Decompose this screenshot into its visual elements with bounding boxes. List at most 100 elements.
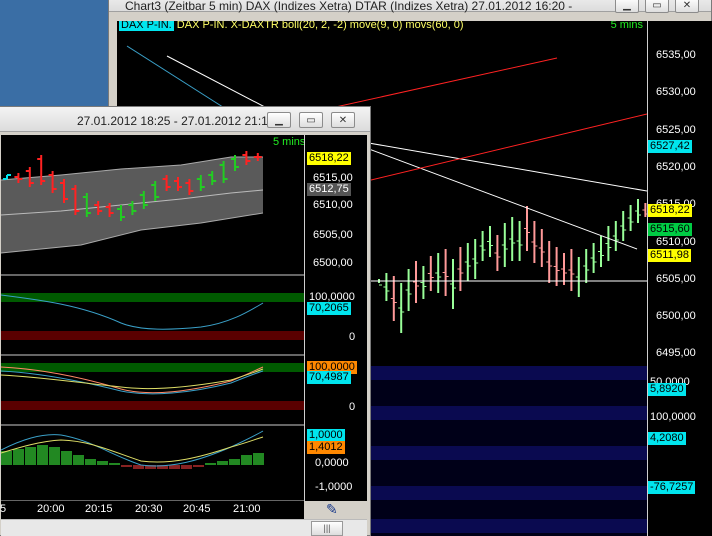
front-horizontal-scrollbar[interactable]: ||| (1, 519, 367, 536)
histogram-bar (37, 445, 48, 465)
back-window-title: Chart3 (Zeitbar 5 min) DAX (Indizes Xetr… (125, 0, 575, 13)
back-candle (390, 276, 397, 321)
front-chart-area[interactable]: 5 mins 6515,00 6510,00 6505,00 6500,00 6518,… (1, 135, 367, 501)
time-tick: 21:00 (233, 503, 261, 515)
histogram-bar (181, 465, 192, 469)
back-candle (501, 223, 508, 267)
histogram-bar (97, 461, 108, 465)
back-candle (598, 236, 604, 267)
histogram-bar (49, 447, 60, 465)
maximize-icon[interactable]: ▭ (299, 112, 323, 128)
panel2-current-value: 70,4987 (307, 371, 351, 384)
back-candle (627, 205, 634, 231)
back-candle (427, 256, 434, 291)
back-candle (420, 266, 427, 299)
front-axis-corner[interactable]: ✎ (304, 501, 367, 519)
histogram-bar (193, 465, 204, 467)
back-candle (516, 221, 523, 261)
histogram-bar (217, 461, 228, 465)
back-price-tick: 6505,00 (656, 272, 696, 285)
back-candle (620, 211, 627, 241)
back-candle (583, 249, 590, 283)
back-candle (546, 241, 553, 283)
back-candle (442, 249, 449, 296)
back-candle (494, 235, 501, 271)
histogram-bar (169, 465, 180, 469)
back-candle (405, 269, 412, 311)
panel1-current-value: 70,2065 (307, 302, 351, 315)
back-panel-value: 4,2080 (648, 432, 686, 445)
time-tick: :5 (0, 503, 7, 515)
histogram-bar (85, 459, 96, 465)
back-price-tick: 6530,00 (656, 86, 696, 99)
histogram-bar (253, 453, 264, 465)
back-price-tick: 6500,00 (656, 310, 696, 323)
back-price-tick: 6510,00 (656, 235, 696, 248)
front-window-title: 27.01.2012 18:25 - 27.01.2012 21:15 (77, 114, 275, 128)
back-candle (383, 273, 390, 301)
front-window-titlebar[interactable]: 27.01.2012 18:25 - 27.01.2012 21:15 ▁ ▭ … (0, 107, 370, 132)
back-candle (590, 243, 597, 273)
back-candle (413, 261, 419, 303)
back-candle (398, 283, 405, 333)
close-icon[interactable]: ✕ (675, 0, 699, 13)
back-candle (568, 249, 575, 291)
back-price-label: 6518,22 (648, 204, 692, 217)
close-icon[interactable]: ✕ (331, 112, 355, 128)
minimize-icon[interactable]: ▁ (615, 0, 639, 13)
maximize-icon[interactable]: ▭ (645, 0, 669, 13)
scroll-grip-icon[interactable]: ||| (311, 521, 343, 536)
back-candle (575, 257, 582, 297)
back-panel-value: -76,7257 (648, 481, 696, 494)
histogram-bar (121, 465, 132, 467)
histogram-bar (25, 447, 36, 465)
histogram-bar (13, 449, 24, 465)
back-candle (524, 206, 530, 251)
back-price-label: 6515,60 (648, 223, 692, 236)
time-tick: 20:00 (37, 503, 65, 515)
back-price-label: 6527,42 (648, 140, 692, 153)
back-candle (435, 253, 442, 293)
back-panel-value: 100,0000 (648, 411, 698, 424)
back-candle (457, 247, 464, 291)
front-price-label: 6512,75 (307, 183, 351, 196)
back-price-tick: 6495,00 (656, 347, 696, 360)
back-candle (553, 247, 560, 286)
panel1-bottom-value: 0 (349, 331, 356, 343)
front-price-label: 6518,22 (307, 152, 351, 165)
back-candle (635, 199, 641, 223)
back-price-tick: 6525,00 (656, 123, 696, 136)
front-chart-window[interactable]: 27.01.2012 18:25 - 27.01.2012 21:15 ▁ ▭ … (0, 106, 371, 536)
back-window-titlebar[interactable]: Chart3 (Zeitbar 5 min) DAX (Indizes Xetr… (109, 0, 711, 13)
back-interval-label: 5 mins (610, 21, 643, 31)
pen-icon[interactable]: ✎ (326, 501, 338, 518)
back-price-tick: 6520,00 (656, 160, 696, 173)
minimize-icon[interactable]: ▁ (267, 112, 291, 128)
back-candle (531, 221, 538, 263)
back-candle (612, 221, 619, 251)
panel3-current-value: 1,4012 (307, 441, 345, 454)
time-tick: 20:30 (135, 503, 163, 515)
back-price-axis: 6535,006530,006525,006520,006515,006510,… (647, 21, 712, 536)
histogram-bar (73, 455, 84, 465)
front-price-tick: 6510,00 (313, 199, 353, 211)
back-candle (487, 226, 493, 257)
front-time-axis: :5 20:00 20:15 20:30 20:45 21:00 (0, 501, 304, 519)
back-candle (561, 253, 567, 285)
front-interval-label: 5 mins (273, 136, 306, 148)
back-price-tick: 6535,00 (656, 49, 696, 61)
histogram-bar (241, 455, 252, 465)
back-candle (509, 217, 516, 261)
back-candle (376, 279, 382, 286)
panel3-mid-value: 0,0000 (315, 457, 349, 469)
panel2-bottom-value: 0 (349, 401, 356, 413)
histogram-bar (229, 459, 240, 465)
back-panel-value: 5,8920 (648, 383, 686, 396)
time-tick: 20:45 (183, 503, 211, 515)
front-price-axis: 6515,00 6510,00 6505,00 6500,00 6518,22 6512,… (304, 135, 367, 501)
histogram-bar (61, 451, 72, 465)
back-candle (464, 243, 471, 281)
front-candle (3, 174, 11, 180)
back-candle (472, 239, 479, 279)
back-candle (538, 229, 545, 267)
